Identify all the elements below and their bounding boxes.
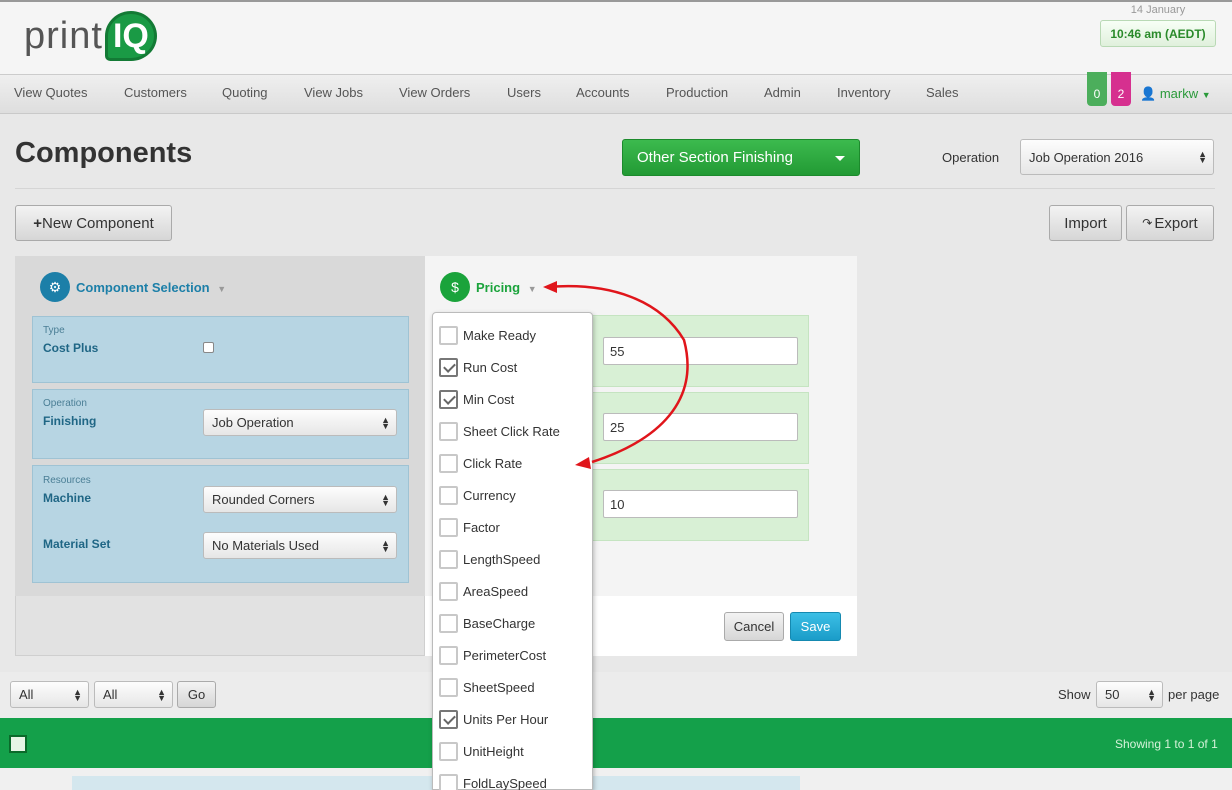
arrow-head-end <box>575 457 591 469</box>
arrow-path <box>547 285 689 464</box>
annotation-arrow <box>543 281 689 469</box>
arrow-head-start <box>543 281 557 293</box>
